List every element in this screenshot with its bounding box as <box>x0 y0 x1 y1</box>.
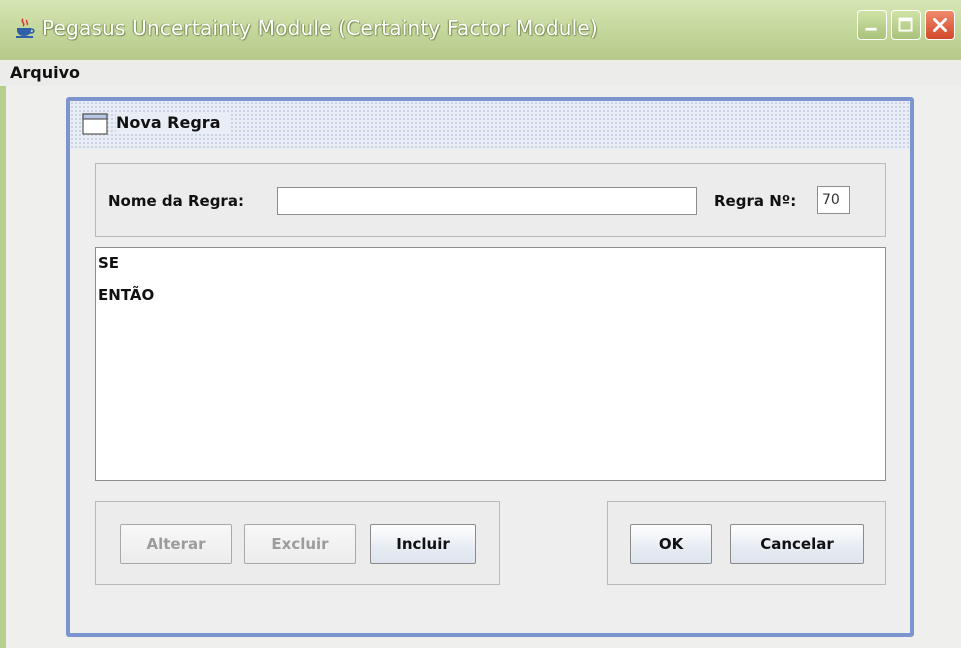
main-window: Pegasus Uncertainty Module (Certainty Fa… <box>0 0 961 648</box>
rule-text-area[interactable]: SE ENTÃO <box>95 247 886 481</box>
rule-name-label: Nome da Regra: <box>108 192 244 210</box>
excluir-button[interactable]: Excluir <box>244 524 356 564</box>
window-icon <box>82 113 108 135</box>
ok-button[interactable]: OK <box>630 524 712 564</box>
cancelar-button[interactable]: Cancelar <box>730 524 864 564</box>
window-frame-edge <box>0 86 6 648</box>
window-title: Pegasus Uncertainty Module (Certainty Fa… <box>42 16 598 40</box>
rule-line-se: SE <box>98 254 120 272</box>
nova-regra-dialog: Nova Regra Nome da Regra: Regra Nº: SE E… <box>66 97 914 637</box>
rule-number-label: Regra Nº: <box>714 192 797 210</box>
maximize-icon <box>898 17 913 32</box>
rule-line-entao: ENTÃO <box>98 286 155 304</box>
alterar-button[interactable]: Alterar <box>120 524 232 564</box>
menu-arquivo[interactable]: Arquivo <box>10 63 80 82</box>
confirm-buttons-panel: OK Cancelar <box>607 501 886 585</box>
minimize-button[interactable] <box>857 10 887 40</box>
edit-buttons-panel: Alterar Excluir Incluir <box>95 501 500 585</box>
dialog-title: Nova Regra <box>116 113 229 132</box>
menu-bar: Arquivo <box>0 60 961 86</box>
title-bar[interactable]: Pegasus Uncertainty Module (Certainty Fa… <box>0 0 961 61</box>
close-icon <box>933 18 947 32</box>
close-button[interactable] <box>925 10 955 40</box>
rule-header-panel: Nome da Regra: Regra Nº: <box>95 163 886 237</box>
incluir-button[interactable]: Incluir <box>370 524 476 564</box>
minimize-icon <box>865 27 877 31</box>
maximize-button[interactable] <box>891 10 921 40</box>
rule-name-input[interactable] <box>277 187 697 215</box>
rule-number-field[interactable] <box>817 186 850 214</box>
java-cup-icon <box>16 18 35 38</box>
dialog-title-bar[interactable]: Nova Regra <box>70 101 910 149</box>
